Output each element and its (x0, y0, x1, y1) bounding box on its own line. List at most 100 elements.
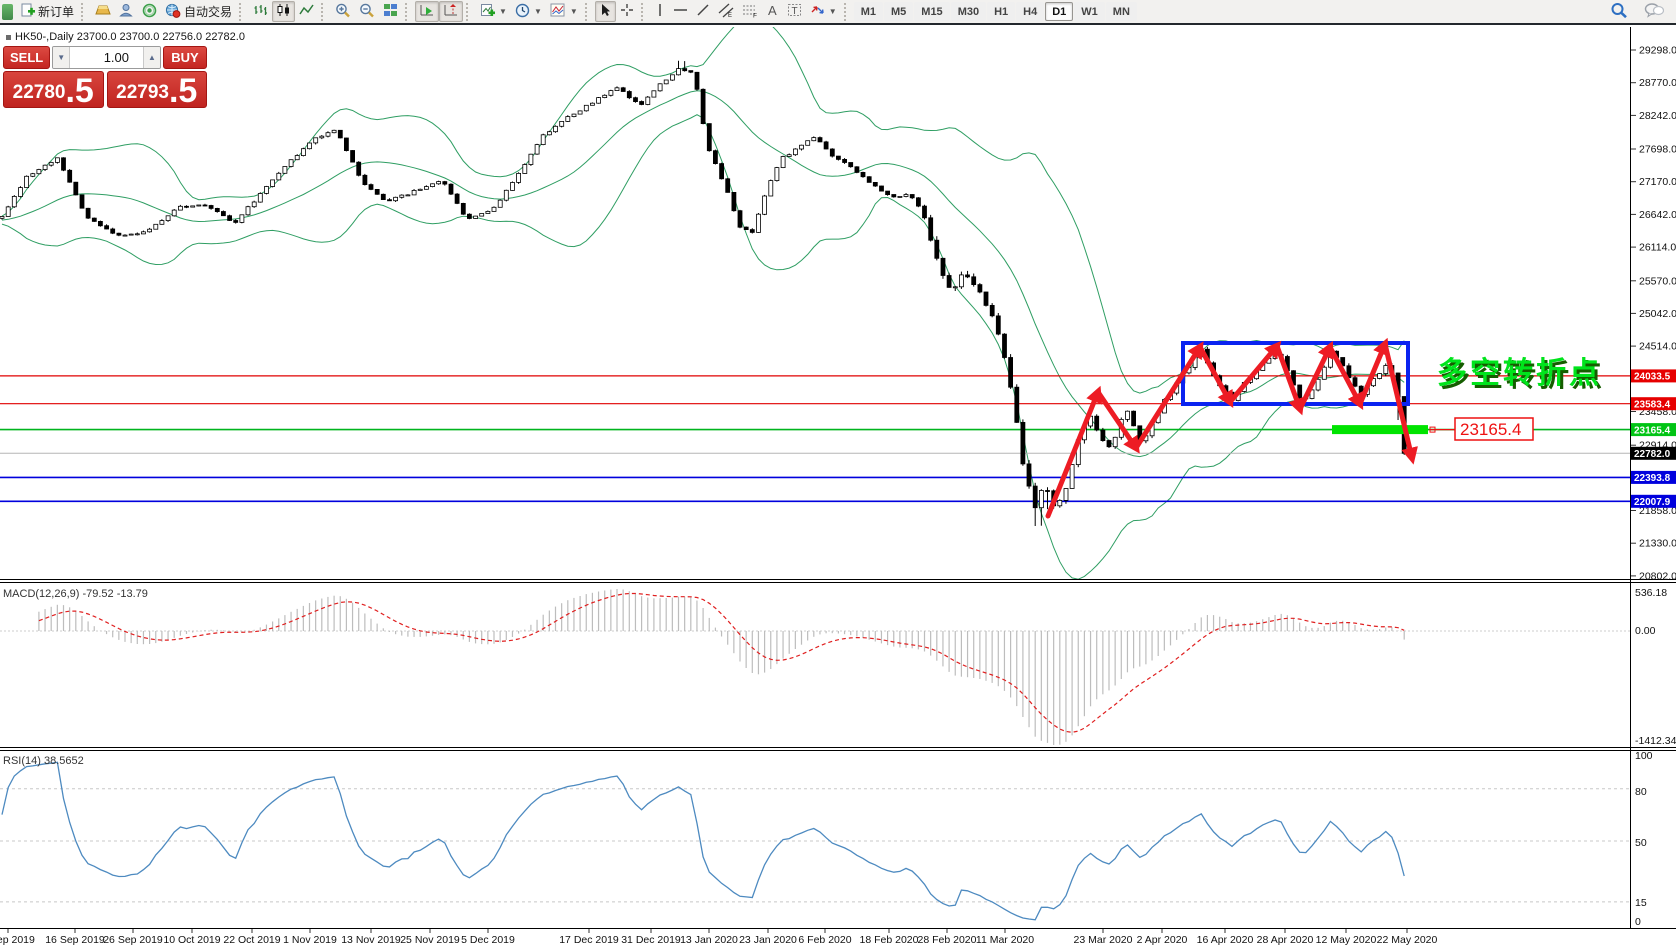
candle-body (1058, 500, 1062, 505)
candle-body (750, 230, 754, 233)
horizontal-levels[interactable] (0, 376, 1630, 501)
line-chart-mode-button[interactable] (295, 1, 318, 22)
trend-arrow[interactable] (1230, 346, 1277, 402)
candlestick-icon (276, 3, 291, 20)
date-axis[interactable]: 4 Sep 201916 Sep 201926 Sep 201910 Oct 2… (0, 934, 1438, 946)
chart-caption-icon (6, 35, 11, 40)
equidistant-channel-icon: E (718, 3, 734, 21)
candle-body (609, 91, 613, 96)
candle-body (504, 190, 508, 200)
trend-arrow[interactable] (1277, 346, 1300, 409)
candle-body (910, 195, 914, 198)
candle-body (603, 95, 607, 97)
chart-caption-text: HK50-,Daily 23700.0 23700.0 22756.0 2278… (15, 31, 245, 43)
candle-body (178, 206, 182, 210)
volume-input[interactable] (70, 47, 143, 68)
date-label: 16 Sep 2019 (45, 934, 105, 946)
bollinger-upper (2, 27, 1404, 393)
timeframe-button-W1[interactable]: W1 (1074, 2, 1105, 21)
sonar-icon (142, 3, 157, 21)
timeframe-toolbar: M1M5M15M30H1H4D1W1MN (854, 2, 1137, 21)
volume-decrease-button[interactable]: ▼ (53, 47, 70, 68)
search-button[interactable] (1606, 1, 1632, 22)
channel-tool-button[interactable]: E (714, 1, 738, 22)
candle-body (277, 173, 281, 180)
zoom-in-button[interactable] (331, 1, 355, 22)
vertical-line-tool-button[interactable] (651, 1, 669, 22)
tile-windows-button[interactable] (379, 1, 402, 22)
new-chart-button[interactable]: ▼ (476, 1, 511, 22)
candle-body (818, 138, 822, 142)
candle-body (843, 159, 847, 162)
candle-body (978, 285, 982, 292)
annotation-text[interactable]: 多空转折点 (1437, 357, 1602, 390)
buy-price-display[interactable]: 22793 .5 (107, 71, 208, 108)
profile-button[interactable] (115, 1, 138, 22)
sell-price-display[interactable]: 22780 .5 (3, 71, 104, 108)
trendline-tool-button[interactable] (692, 1, 714, 22)
candle-body (486, 211, 490, 213)
trend-arrow[interactable] (1136, 347, 1200, 448)
candle-body (738, 211, 742, 228)
horizontal-line-tool-button[interactable] (669, 1, 692, 22)
candle-body (111, 229, 115, 233)
volume-increase-button[interactable]: ▲ (143, 47, 160, 68)
arrows-tool-button[interactable]: ▼ (806, 1, 841, 22)
price-tick-label: 29298.0 (1639, 45, 1676, 57)
trend-arrow[interactable] (1200, 347, 1230, 402)
crosshair-tool-button[interactable] (616, 1, 638, 22)
timeframe-button-MN[interactable]: MN (1106, 2, 1137, 21)
period-button[interactable]: ▼ (511, 1, 546, 22)
text-tool-button[interactable]: A (762, 1, 783, 22)
dropdown-arrow-icon: ▼ (829, 7, 837, 16)
buy-button[interactable]: BUY (163, 46, 207, 69)
highlight-bar[interactable] (1332, 425, 1428, 434)
timeframe-button-H1[interactable]: H1 (987, 2, 1015, 21)
candle-body (775, 168, 779, 181)
text-label-tool-button[interactable]: T (783, 1, 806, 22)
candle-body (271, 180, 275, 187)
cursor-tool-button[interactable] (595, 1, 616, 22)
timeframe-button-H4[interactable]: H4 (1016, 2, 1044, 21)
new-chart-icon (480, 3, 495, 21)
zoom-out-button[interactable] (355, 1, 379, 22)
price-tick-label: 21330.0 (1639, 538, 1676, 550)
trend-arrow[interactable] (1048, 392, 1098, 516)
gold-button[interactable] (91, 1, 115, 22)
chart-shift-button[interactable] (439, 1, 463, 22)
auto-trading-button[interactable]: 自动交易 (161, 1, 236, 22)
timeframe-button-M5[interactable]: M5 (884, 2, 913, 21)
sell-button[interactable]: SELL (3, 46, 50, 69)
timeframe-button-M1[interactable]: M1 (854, 2, 883, 21)
candle-body (880, 186, 884, 191)
price-tick-label: 28242.0 (1639, 110, 1676, 122)
signals-button[interactable] (138, 1, 161, 22)
candle-body (62, 158, 66, 170)
price-tick-label: 25570.0 (1639, 275, 1676, 287)
toolbar-separator (81, 3, 88, 21)
fibonacci-tool-button[interactable]: F (738, 1, 762, 22)
timeframe-button-M30[interactable]: M30 (951, 2, 986, 21)
indicators-button[interactable]: ▼ (546, 1, 582, 22)
chart-area[interactable]: 多空转折点多空转折点23165.4 29298.028770.028242.02… (0, 27, 1676, 950)
new-order-button[interactable]: 新订单 (16, 1, 78, 22)
date-label: 23 Jan 2020 (739, 934, 797, 946)
candle-body (707, 124, 711, 151)
candle-body (31, 174, 35, 177)
timeframe-button-D1[interactable]: D1 (1045, 2, 1073, 21)
timeframe-button-M15[interactable]: M15 (914, 2, 949, 21)
person-icon (119, 3, 134, 21)
date-label: 13 Nov 2019 (341, 934, 401, 946)
price-badge-text: 22393.8 (1634, 473, 1671, 484)
price-badge-text: 23165.4 (1634, 425, 1671, 436)
chat-button[interactable] (1640, 1, 1668, 22)
volume-control: ▼ ▲ (52, 46, 161, 69)
bar-chart-mode-button[interactable] (249, 1, 272, 22)
auto-scroll-button[interactable] (415, 1, 439, 22)
gold-ingot-icon (95, 3, 111, 20)
candlestick-mode-button[interactable] (272, 1, 295, 22)
cursor-icon (599, 3, 612, 20)
candle-body (215, 208, 219, 211)
svg-text:T: T (791, 6, 797, 17)
candle-body (234, 221, 238, 223)
